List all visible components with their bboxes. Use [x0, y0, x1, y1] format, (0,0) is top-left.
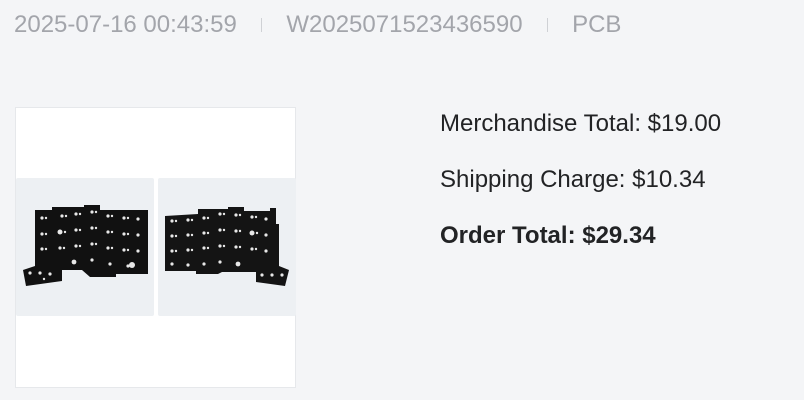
order-total: Order Total: $29.34	[440, 222, 656, 249]
order-totals: Merchandise Total: $19.00 Shipping Charg…	[440, 104, 721, 272]
pcb-left-icon	[23, 205, 148, 286]
merchandise-total: Merchandise Total: $19.00	[440, 110, 722, 137]
pcb-right-icon	[165, 207, 289, 286]
meta-divider	[546, 18, 549, 32]
order-number[interactable]: W2025071523436590	[286, 11, 522, 39]
pcb-right-half-image	[158, 178, 296, 316]
order-category: PCB	[572, 11, 622, 38]
order-meta-row: 2025-07-16 00:43:59 W2025071523436590 PC…	[14, 9, 621, 41]
shipping-charge: Shipping Charge: $10.34	[440, 166, 706, 193]
pcb-left-half-image	[16, 178, 154, 316]
meta-divider	[260, 18, 263, 32]
product-thumbnail[interactable]	[15, 107, 296, 388]
order-datetime: 2025-07-16 00:43:59	[14, 11, 237, 38]
